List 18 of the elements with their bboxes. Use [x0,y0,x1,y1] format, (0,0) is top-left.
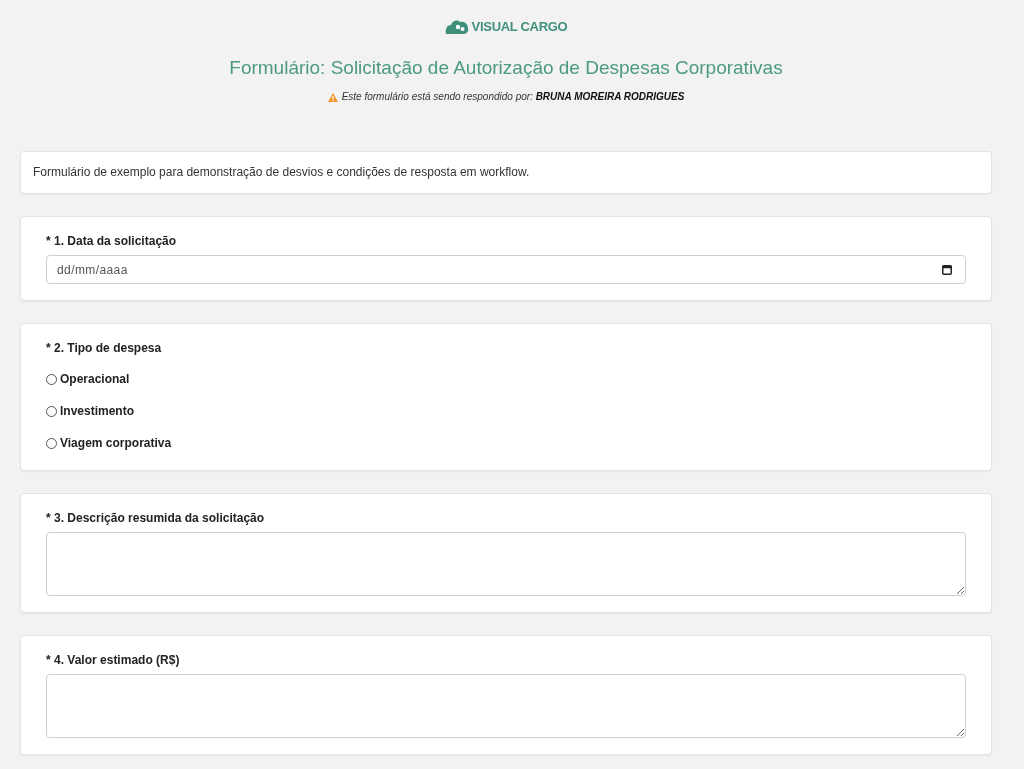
question-label: * 4. Valor estimado (R$) [46,653,180,668]
form-description: Formulário de exemplo para demonstração de desvios e condições de resposta em workflow. [33,164,530,181]
respondent-notice: Este formulário está sendo respondido por: BRUNA MOREIRA RODRIGUES [341,90,685,104]
option-label[interactable]: Operacional [60,371,130,387]
cloud-logo-icon [444,18,469,35]
warning-icon [327,92,338,102]
radio-button[interactable] [46,405,57,417]
option-label[interactable]: Viagem corporativa [60,435,172,451]
date-field[interactable]: dd/mm/aaaa [46,255,966,284]
radio-button[interactable] [46,373,57,385]
calendar-icon[interactable] [942,264,952,275]
question-label: * 3. Descrição resumida da solicitação [46,511,265,526]
question-label: * 1. Data da solicitação [46,234,177,249]
logo-text: VISUAL CARGO [471,18,568,35]
option-label[interactable]: Investimento [60,403,134,419]
radio-button[interactable] [46,437,57,449]
question-label: * 2. Tipo de despesa [46,341,162,356]
form-title: Formulário: Solicitação de Autorização de Despesas Corporativas [229,57,783,79]
